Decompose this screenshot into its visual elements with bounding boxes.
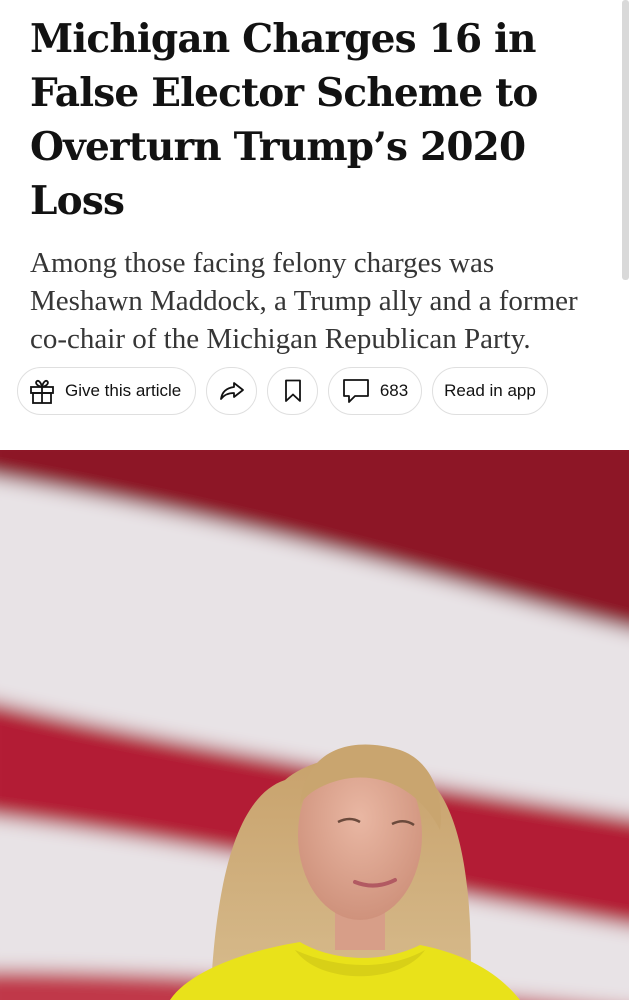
article-toolbar: Give this article 683 Read in app	[17, 367, 548, 415]
give-article-label: Give this article	[65, 381, 182, 400]
read-in-app-button[interactable]: Read in app	[432, 367, 548, 415]
share-icon	[219, 380, 245, 402]
give-article-button[interactable]: Give this article	[17, 367, 196, 415]
headline: Michigan Charges 16 in False Elector Sch…	[30, 16, 538, 224]
bookmark-icon	[284, 379, 302, 403]
scrollbar[interactable]	[622, 0, 629, 280]
read-in-app-label: Read in app	[444, 381, 536, 400]
comments-button[interactable]: 683	[328, 367, 422, 415]
share-button[interactable]	[206, 367, 257, 415]
comment-icon	[342, 378, 370, 404]
save-button[interactable]	[267, 367, 318, 415]
article-summary: Among those facing felony charges was Me…	[30, 247, 578, 355]
gift-icon	[28, 377, 56, 405]
comments-count: 683	[379, 381, 409, 400]
lead-photo	[0, 450, 629, 1000]
article-header: Michigan Charges 16 in False Elector Sch…	[0, 0, 629, 358]
